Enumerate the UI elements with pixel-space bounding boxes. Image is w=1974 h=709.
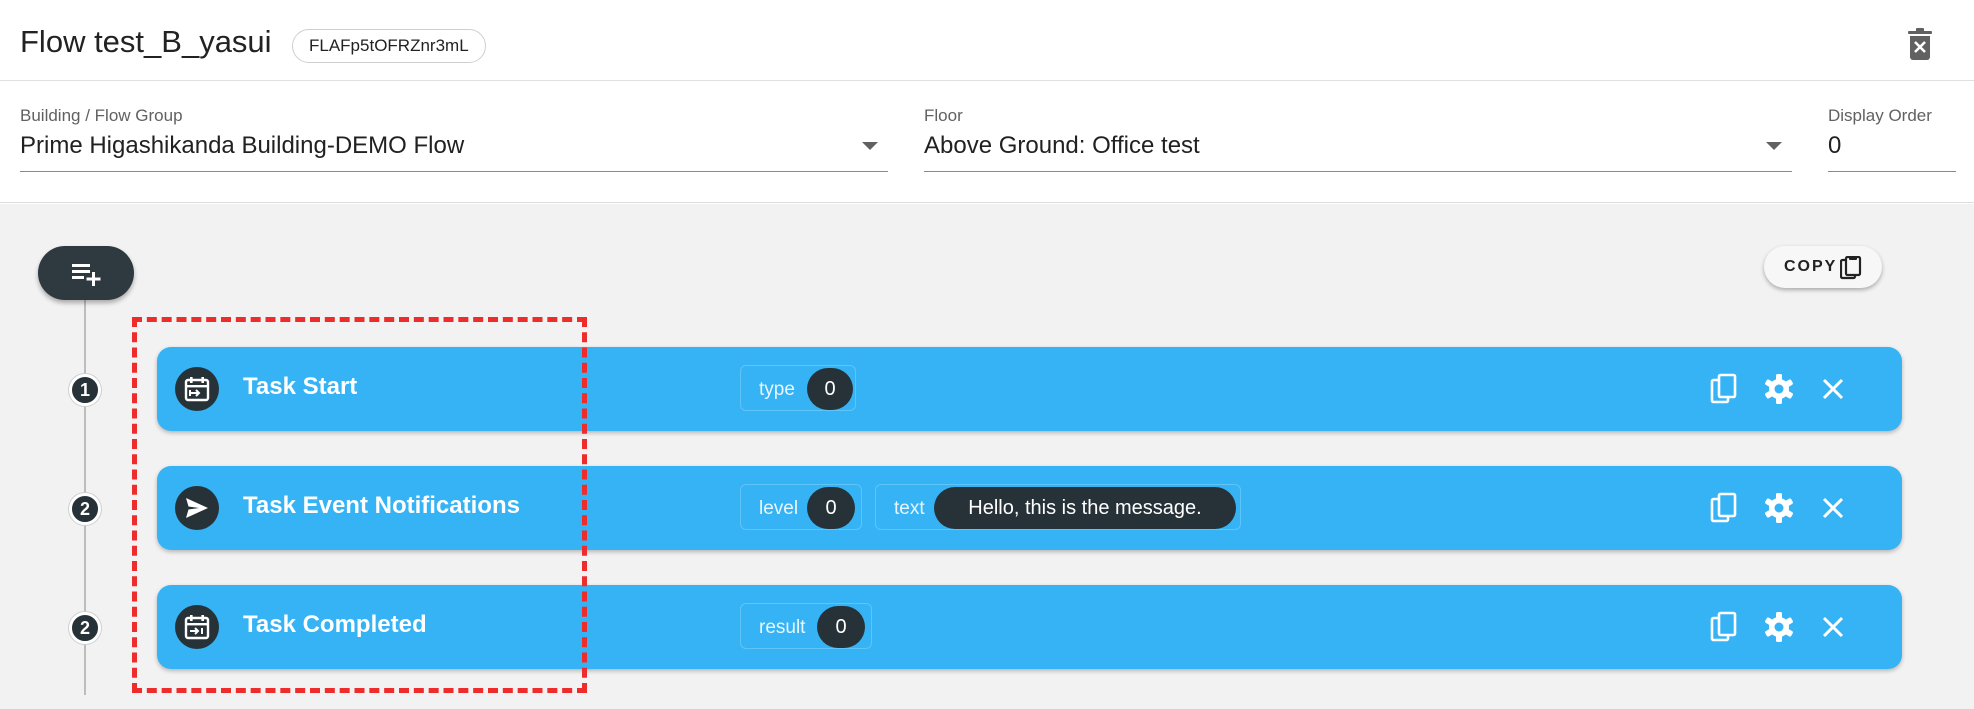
gear-icon[interactable] <box>1759 607 1799 647</box>
page-header: Flow test_B_yasui FLAFp5tOFRZnr3mL <box>0 0 1974 81</box>
building-label: Building / Flow Group <box>20 106 183 125</box>
step-badge: 2 <box>69 493 101 525</box>
clipboard-icon <box>1840 256 1862 280</box>
param-key: result <box>759 617 806 638</box>
flow-id-chip[interactable]: FLAFp5tOFRZnr3mL <box>292 29 486 63</box>
delete-icon[interactable] <box>1906 28 1934 60</box>
highlight-annotation-box <box>132 317 587 693</box>
copy-icon[interactable] <box>1705 369 1745 409</box>
page-title: Flow test_B_yasui <box>20 24 272 59</box>
param-value: 0 <box>807 368 853 410</box>
field-underline <box>924 171 1792 172</box>
display-order-value: 0 <box>1828 132 1842 159</box>
param-type[interactable]: type 0 <box>740 365 856 411</box>
close-icon[interactable] <box>1813 607 1853 647</box>
param-value: Hello, this is the message. <box>934 487 1236 529</box>
building-select[interactable]: Building / Flow Group Prime Higashikanda… <box>20 82 888 172</box>
flow-settings-form: Building / Flow Group Prime Higashikanda… <box>0 82 1974 203</box>
chevron-down-icon <box>1766 142 1782 150</box>
floor-label: Floor <box>924 106 963 125</box>
building-value: Prime Higashikanda Building-DEMO Flow <box>20 132 465 159</box>
copy-icon[interactable] <box>1705 488 1745 528</box>
display-order-label: Display Order <box>1828 106 1932 125</box>
gear-icon[interactable] <box>1759 488 1799 528</box>
field-underline <box>20 171 888 172</box>
flow-canvas: COPY 1 Task Start type 0 2 Task Event No… <box>0 204 1974 709</box>
param-key: type <box>759 379 795 400</box>
playlist-add-icon <box>72 264 101 286</box>
param-key: level <box>759 498 799 519</box>
param-key: text <box>894 498 925 519</box>
copy-flow-button[interactable]: COPY <box>1764 246 1882 288</box>
close-icon[interactable] <box>1813 369 1853 409</box>
copy-icon[interactable] <box>1705 607 1745 647</box>
step-badge: 2 <box>69 612 101 644</box>
close-icon[interactable] <box>1813 488 1853 528</box>
chevron-down-icon <box>862 142 878 150</box>
add-task-button[interactable] <box>38 246 134 300</box>
floor-select[interactable]: Floor Above Ground: Office test <box>924 82 1792 172</box>
field-underline <box>1828 171 1956 172</box>
param-value: 0 <box>817 606 865 648</box>
step-badge: 1 <box>69 374 101 406</box>
display-order-field[interactable]: Display Order 0 <box>1828 82 1956 172</box>
param-value: 0 <box>807 487 855 529</box>
gear-icon[interactable] <box>1759 369 1799 409</box>
param-result[interactable]: result 0 <box>740 603 872 649</box>
copy-label: COPY <box>1784 258 1838 275</box>
param-text[interactable]: text Hello, this is the message. <box>875 484 1241 530</box>
param-level[interactable]: level 0 <box>740 484 862 530</box>
floor-value: Above Ground: Office test <box>924 132 1200 159</box>
